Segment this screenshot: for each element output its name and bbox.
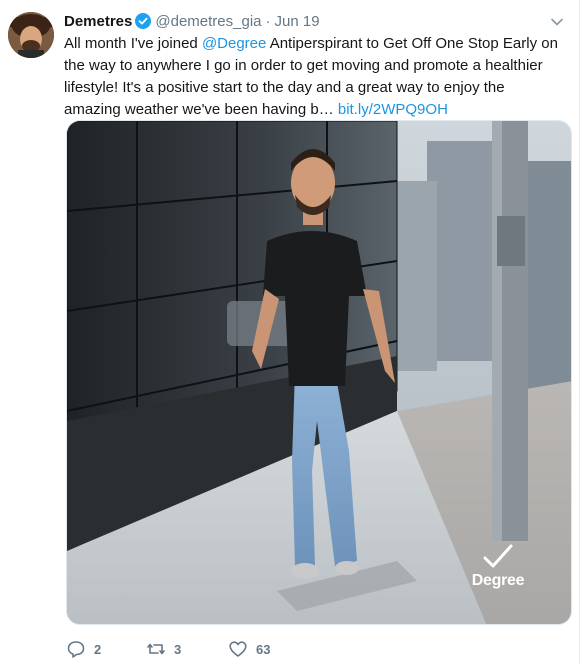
reply-count: 2 [94, 641, 102, 657]
mention-link[interactable]: @Degree [202, 35, 266, 52]
author-name[interactable]: Demetres [64, 13, 132, 30]
separator: · [265, 13, 271, 30]
like-button[interactable]: 63 [228, 638, 270, 660]
tweet-actions: 2 3 63 [66, 638, 486, 660]
url-link[interactable]: bit.ly/2WPQ9OH [338, 101, 448, 118]
like-count: 63 [256, 641, 271, 657]
tweet-photo[interactable]: Degree [66, 120, 572, 625]
degree-logo: Degree [463, 544, 533, 590]
retweet-icon [147, 643, 165, 655]
degree-logo-text: Degree [471, 572, 525, 589]
avatar[interactable] [8, 12, 54, 58]
tweet-date[interactable]: Jun 19 [275, 13, 320, 30]
like-icon [229, 641, 247, 657]
reply-icon [67, 641, 85, 658]
tweet-card[interactable]: Demetres @demetres_gia · Jun 19 All month I… [0, 0, 580, 664]
tweet-text-part1: All month I've joined [64, 35, 202, 52]
tweet-text: All month I've joined @Degree Antiperspi… [64, 33, 564, 121]
tweet-header: Demetres @demetres_gia · Jun 19 [64, 12, 564, 32]
verified-badge-icon [135, 13, 152, 35]
retweet-button[interactable]: 3 [146, 638, 181, 660]
retweet-count: 3 [174, 641, 182, 657]
chevron-down-icon[interactable] [549, 14, 565, 30]
reply-button[interactable]: 2 [66, 638, 101, 660]
author-handle[interactable]: @demetres_gia [155, 13, 261, 30]
degree-check-icon [483, 544, 513, 568]
